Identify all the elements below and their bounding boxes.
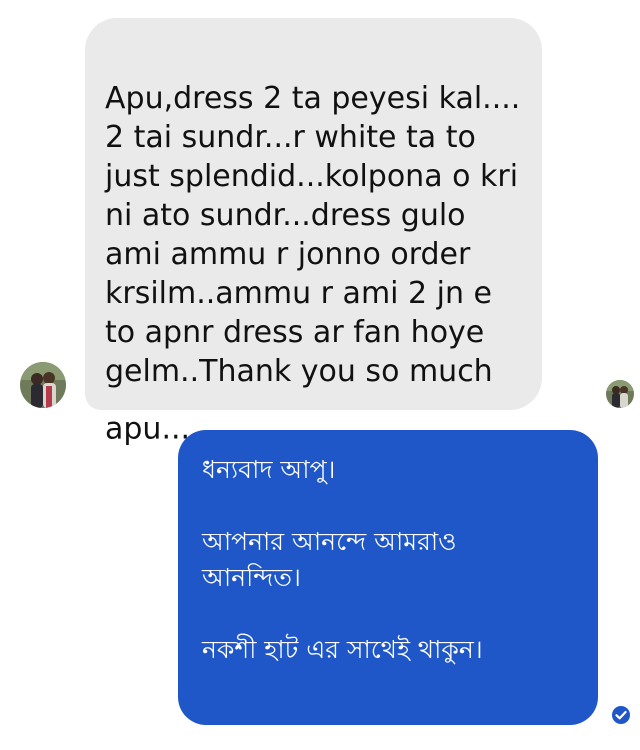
outgoing-message-line: আপনার আনন্দে আমরাও আনন্দিত।: [202, 527, 457, 592]
incoming-message-bubble[interactable]: Apu,dress 2 ta peyesi kal.... 2 tai sund…: [85, 18, 542, 465]
outgoing-message-line: নকশী হাট এর সাথেই থাকুন।: [202, 635, 483, 664]
seen-avatar-icon: [606, 380, 634, 408]
sender-avatar[interactable]: [20, 362, 66, 408]
seen-by-avatar: [606, 380, 634, 408]
check-circle-icon: [611, 705, 631, 725]
outgoing-message-line: ধন্যবাদ আপু।: [202, 455, 336, 484]
outgoing-message-bubble[interactable]: ধন্যবাদ আপু। আপনার আনন্দে আমরাও আনন্দিত।…: [178, 430, 598, 725]
profile-photo-avatar-icon: [20, 362, 66, 408]
